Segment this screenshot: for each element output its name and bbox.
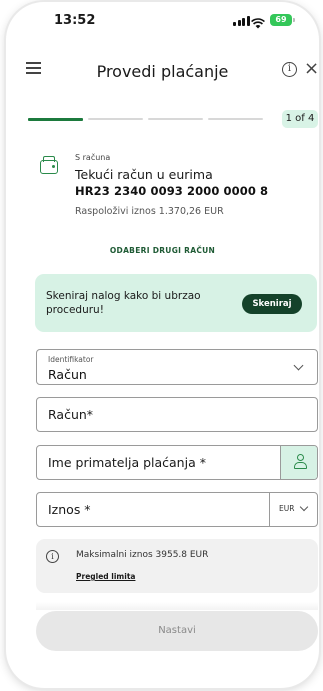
person-icon (294, 454, 307, 469)
step-badge: 1 of 4 (282, 110, 318, 128)
chevron-down-icon (299, 502, 309, 512)
progress-segment-3 (148, 118, 203, 120)
identifier-select[interactable]: Identifikator Račun (36, 349, 318, 385)
scan-banner-text: Skeniraj nalog kako bi ubrzao proceduru! (46, 290, 201, 316)
progress-segment-2 (88, 118, 143, 120)
chevron-down-icon (293, 360, 304, 371)
battery-icon: 69 (270, 14, 295, 26)
app-header: Provedi plaćanje i × (6, 56, 319, 86)
scroll-fade (36, 602, 318, 610)
account-balance: Raspoloživi iznos 1.370,26 EUR (75, 206, 224, 217)
phone-frame: 13:52 69 Provedi plaćanje i × 1 of 4 S r… (6, 2, 319, 688)
limit-overview-link[interactable]: Pregled limita (76, 572, 135, 581)
info-icon[interactable]: i (282, 62, 297, 77)
scan-banner: Skeniraj nalog kako bi ubrzao proceduru!… (35, 274, 317, 332)
limit-text: Maksimalni iznos 3955.8 EUR (76, 550, 209, 560)
progress-segment-4 (208, 118, 263, 120)
identifier-label: Identifikator (48, 355, 94, 364)
amount-input[interactable]: Iznos * EUR (36, 492, 318, 527)
signal-icon (233, 16, 250, 26)
identifier-value: Račun (48, 367, 87, 382)
status-bar: 13:52 69 (6, 2, 319, 36)
contacts-button[interactable] (280, 446, 317, 479)
account-source-label: S računa (75, 153, 111, 162)
info-icon: i (46, 550, 59, 563)
recipient-name-input[interactable]: Ime primatelja plaćanja * (36, 445, 318, 480)
account-number-label: Račun* (48, 407, 94, 422)
currency-code: EUR (279, 504, 295, 513)
step-progress (28, 118, 263, 121)
close-icon[interactable]: × (304, 60, 319, 78)
account-name: Tekući račun u eurima (75, 167, 213, 182)
amount-label: Iznos * (48, 502, 91, 517)
scan-button[interactable]: Skeniraj (242, 294, 302, 314)
account-number-input[interactable]: Račun* (36, 397, 318, 432)
wifi-icon (251, 14, 265, 33)
wallet-icon (40, 156, 58, 174)
page-title: Provedi plaćanje (96, 62, 229, 81)
account-iban: HR23 2340 0093 2000 0000 8 (75, 184, 269, 198)
continue-button[interactable]: Nastavi (36, 611, 318, 651)
currency-select[interactable]: EUR (269, 493, 317, 526)
choose-account-link[interactable]: ODABERI DRUGI RAČUN (6, 246, 319, 255)
status-time: 13:52 (54, 13, 96, 28)
limit-info-box: i Maksimalni iznos 3955.8 EUR Pregled li… (36, 539, 318, 593)
recipient-name-label: Ime primatelja plaćanja * (48, 455, 206, 470)
progress-segment-1 (28, 118, 83, 121)
